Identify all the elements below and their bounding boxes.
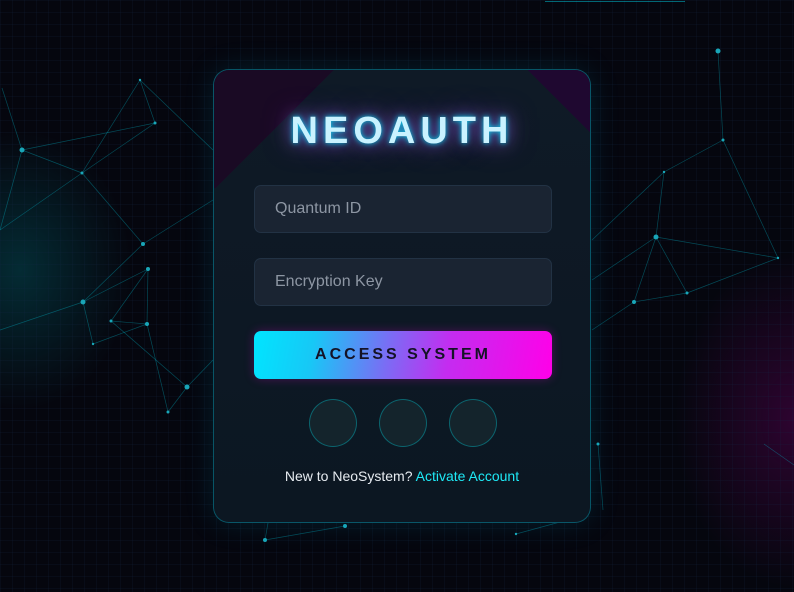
page-background: NEOAUTH Quantum ID Encryption Key ACCESS… [0, 0, 794, 592]
signup-prompt: New to NeoSystem? Activate Account [214, 468, 590, 484]
social-login-button-3[interactable] [449, 399, 497, 447]
encryption-key-input[interactable]: Encryption Key [254, 258, 552, 306]
social-login-button-2[interactable] [379, 399, 427, 447]
quantum-id-input[interactable]: Quantum ID [254, 185, 552, 233]
login-card: NEOAUTH Quantum ID Encryption Key ACCESS… [213, 69, 591, 523]
brand-logo: NEOAUTH [290, 110, 514, 152]
social-login-button-1[interactable] [309, 399, 357, 447]
activate-account-link[interactable]: Activate Account [416, 468, 520, 484]
signup-prompt-text: New to NeoSystem? [284, 468, 413, 484]
access-system-button[interactable]: ACCESS SYSTEM [254, 331, 552, 379]
